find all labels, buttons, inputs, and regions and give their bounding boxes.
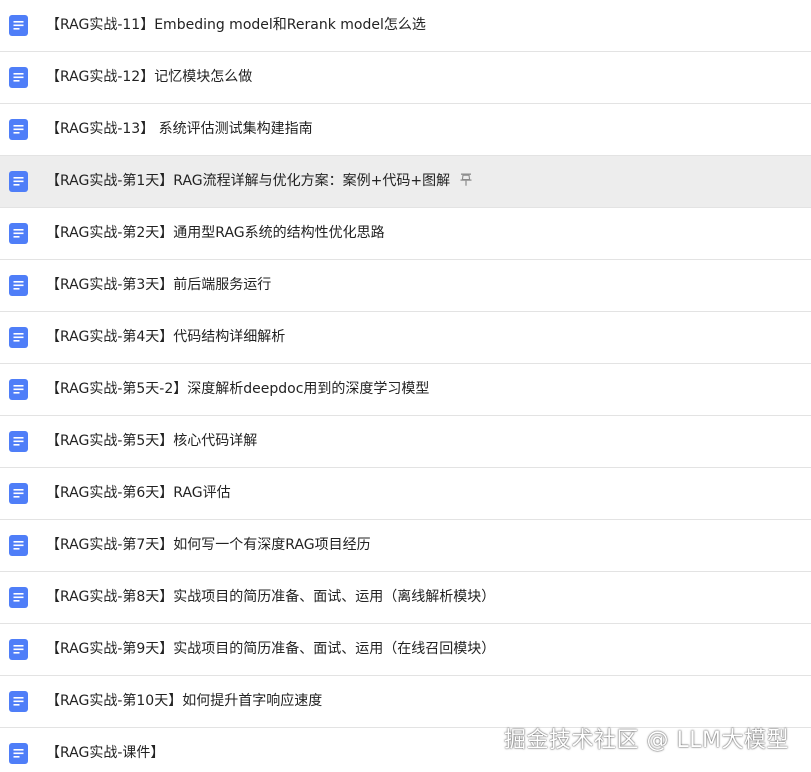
doc-icon bbox=[9, 15, 28, 36]
document-title: 【RAG实战-第3天】前后端服务运行 bbox=[46, 277, 272, 293]
doc-icon bbox=[9, 119, 28, 140]
document-title: 【RAG实战-第8天】实战项目的简历准备、面试、运用（离线解析模块） bbox=[46, 589, 496, 605]
doc-icon bbox=[9, 483, 28, 504]
document-title: 【RAG实战-第2天】通用型RAG系统的结构性优化思路 bbox=[46, 225, 385, 241]
document-title: 【RAG实战-第9天】实战项目的简历准备、面试、运用（在线召回模块） bbox=[46, 641, 496, 657]
list-item[interactable]: 【RAG实战-第1天】RAG流程详解与优化方案：案例+代码+图解 bbox=[0, 156, 811, 208]
document-title: 【RAG实战-第5天-2】深度解析deepdoc用到的深度学习模型 bbox=[46, 381, 430, 397]
document-list: 【RAG实战-11】Embeding model和Rerank model怎么选… bbox=[0, 0, 811, 772]
document-title: 【RAG实战-第4天】代码结构详细解析 bbox=[46, 329, 286, 345]
doc-icon bbox=[9, 535, 28, 556]
list-item[interactable]: 【RAG实战-第9天】实战项目的简历准备、面试、运用（在线召回模块） bbox=[0, 624, 811, 676]
list-item[interactable]: 【RAG实战-11】Embeding model和Rerank model怎么选 bbox=[0, 0, 811, 52]
document-title: 【RAG实战-11】Embeding model和Rerank model怎么选 bbox=[46, 17, 426, 33]
doc-icon bbox=[9, 691, 28, 712]
list-item[interactable]: 【RAG实战-第2天】通用型RAG系统的结构性优化思路 bbox=[0, 208, 811, 260]
document-title-wrapper: 【RAG实战-第1天】RAG流程详解与优化方案：案例+代码+图解 bbox=[46, 156, 472, 207]
list-item[interactable]: 【RAG实战-第10天】如何提升首字响应速度 bbox=[0, 676, 811, 728]
doc-icon bbox=[9, 67, 28, 88]
list-item[interactable]: 【RAG实战-13】 系统评估测试集构建指南 bbox=[0, 104, 811, 156]
list-item[interactable]: 【RAG实战-第7天】如何写一个有深度RAG项目经历 bbox=[0, 520, 811, 572]
doc-icon bbox=[9, 743, 28, 764]
doc-icon bbox=[9, 587, 28, 608]
document-title: 【RAG实战-第10天】如何提升首字响应速度 bbox=[46, 693, 323, 709]
doc-icon bbox=[9, 639, 28, 660]
list-item[interactable]: 【RAG实战-第5天】核心代码详解 bbox=[0, 416, 811, 468]
document-title: 【RAG实战-13】 系统评估测试集构建指南 bbox=[46, 121, 313, 137]
list-item[interactable]: 【RAG实战-12】记忆模块怎么做 bbox=[0, 52, 811, 104]
list-item[interactable]: 【RAG实战-第3天】前后端服务运行 bbox=[0, 260, 811, 312]
list-item[interactable]: 【RAG实战-第5天-2】深度解析deepdoc用到的深度学习模型 bbox=[0, 364, 811, 416]
document-title: 【RAG实战-第6天】RAG评估 bbox=[46, 485, 231, 501]
document-title: 【RAG实战-课件】 bbox=[46, 745, 165, 761]
list-item[interactable]: 【RAG实战-课件】 bbox=[0, 728, 811, 772]
document-title: 【RAG实战-第7天】如何写一个有深度RAG项目经历 bbox=[46, 537, 371, 553]
doc-icon bbox=[9, 431, 28, 452]
document-title: 【RAG实战-第1天】RAG流程详解与优化方案：案例+代码+图解 bbox=[46, 173, 451, 189]
pin-icon[interactable] bbox=[460, 173, 472, 186]
list-item[interactable]: 【RAG实战-第4天】代码结构详细解析 bbox=[0, 312, 811, 364]
list-item[interactable]: 【RAG实战-第8天】实战项目的简历准备、面试、运用（离线解析模块） bbox=[0, 572, 811, 624]
doc-icon bbox=[9, 171, 28, 192]
list-item[interactable]: 【RAG实战-第6天】RAG评估 bbox=[0, 468, 811, 520]
document-title: 【RAG实战-12】记忆模块怎么做 bbox=[46, 69, 253, 85]
doc-icon bbox=[9, 275, 28, 296]
doc-icon bbox=[9, 379, 28, 400]
document-title: 【RAG实战-第5天】核心代码详解 bbox=[46, 433, 258, 449]
doc-icon bbox=[9, 327, 28, 348]
doc-icon bbox=[9, 223, 28, 244]
